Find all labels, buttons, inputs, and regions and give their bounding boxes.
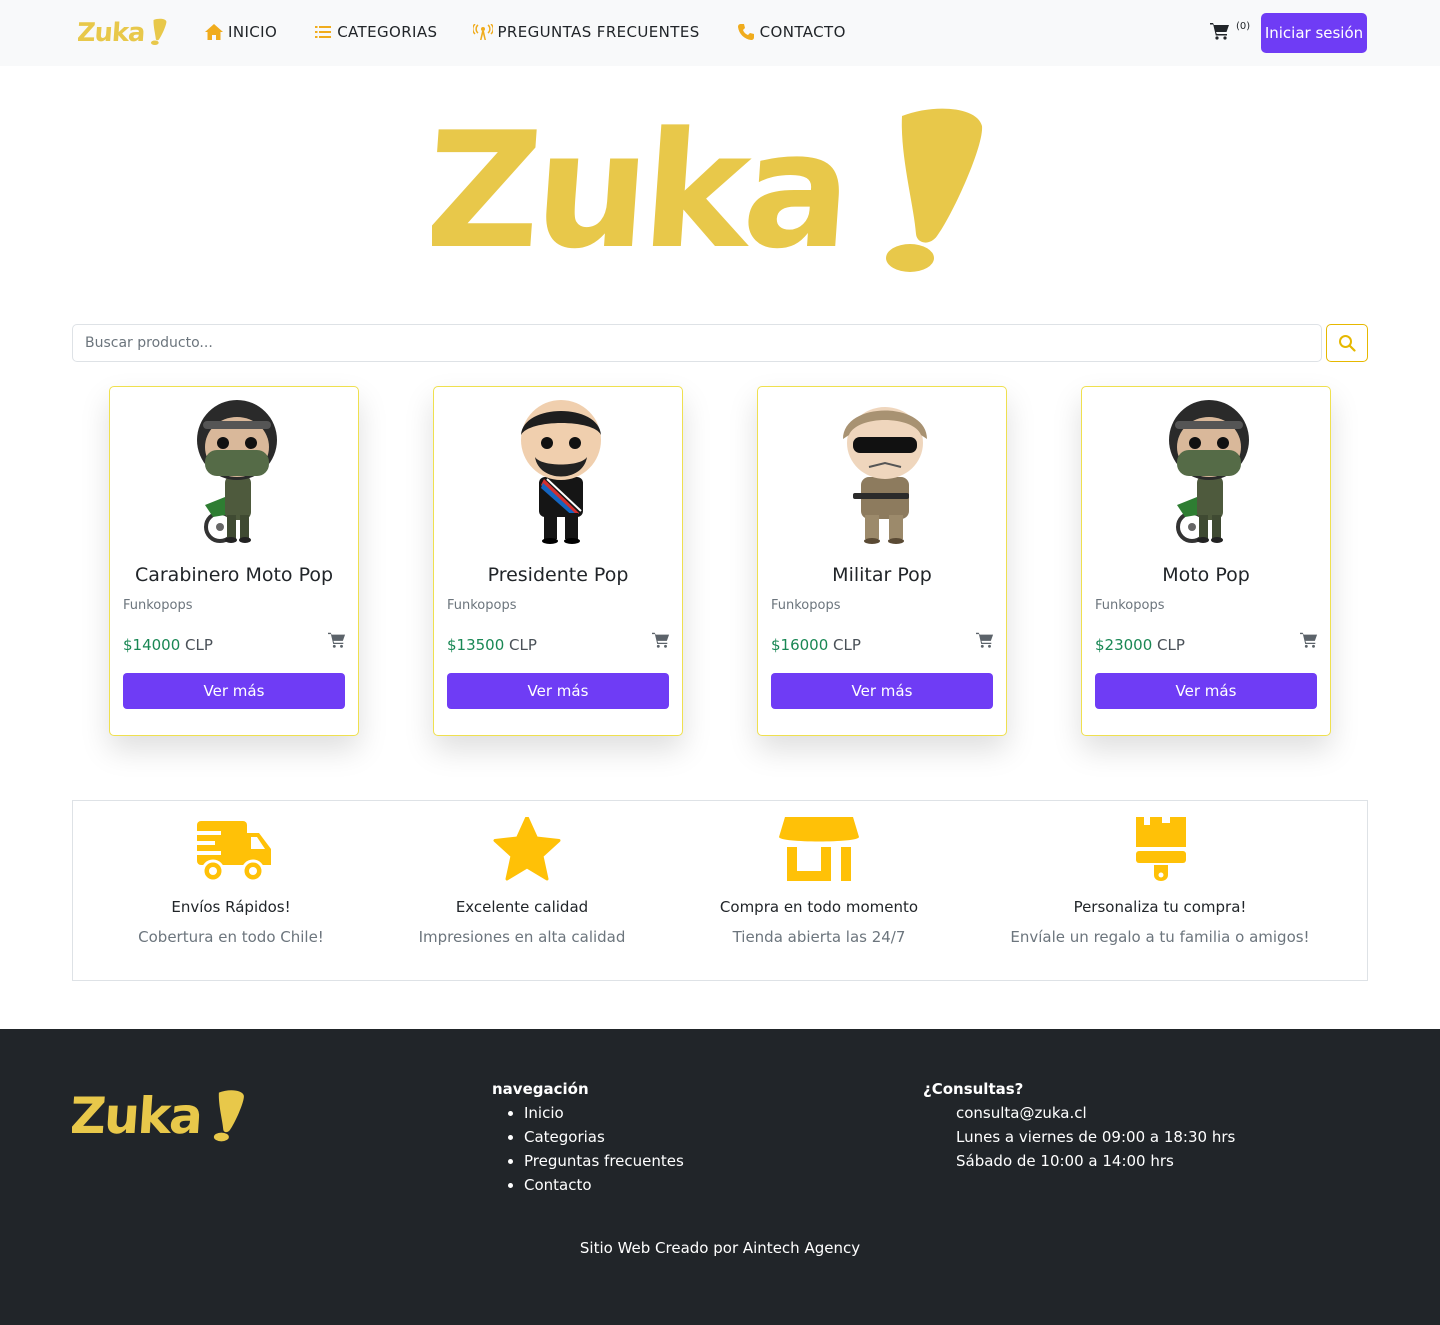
- truck-fast-icon: [191, 821, 271, 883]
- login-button[interactable]: Iniciar sesión: [1261, 13, 1367, 53]
- product-name: Carabinero Moto Pop: [134, 564, 334, 586]
- feature-subtitle: Envíale un regalo a tu familia o amigos!: [1010, 928, 1310, 946]
- site-footer: navegación Inicio Categorias Preguntas f…: [0, 1029, 1440, 1325]
- home-icon: [204, 22, 224, 42]
- footer-contact-info: consulta@zuka.cl Lunes a viernes de 09:0…: [956, 1101, 1235, 1173]
- feature-subtitle: Cobertura en todo Chile!: [138, 928, 324, 946]
- product-category: Funkopops: [123, 598, 193, 613]
- footer-nav-title: navegación: [492, 1080, 589, 1098]
- top-navbar: INICIO CATEGORIAS PREGUNTAS FRECUENTES C…: [0, 0, 1440, 66]
- footer-link-contacto[interactable]: Contacto: [524, 1173, 684, 1197]
- product-image[interactable]: [1147, 395, 1267, 545]
- feature-item: Compra en todo momento Tienda abierta la…: [671, 801, 967, 982]
- brand-logo[interactable]: [78, 14, 168, 50]
- feature-item: Personaliza tu compra! Envíale un regalo…: [1008, 801, 1312, 982]
- list-icon: [313, 22, 333, 42]
- star-icon: [493, 817, 561, 881]
- broadcast-icon: [473, 22, 494, 42]
- add-to-cart-icon[interactable]: [328, 631, 346, 649]
- product-price: $14000 CLP: [123, 636, 213, 654]
- footer-link-categorias[interactable]: Categorias: [524, 1125, 684, 1149]
- feature-title: Compra en todo momento: [719, 898, 919, 916]
- feature-item: Excelente calidad Impresiones en alta ca…: [387, 801, 657, 982]
- price-currency: CLP: [833, 636, 861, 654]
- feature-title: Excelente calidad: [455, 898, 589, 916]
- store-icon: [779, 817, 859, 881]
- product-card: Militar Pop Funkopops $16000 CLP Ver más: [757, 386, 1007, 736]
- product-image[interactable]: [175, 395, 295, 545]
- nav-item-label: CONTACTO: [759, 23, 846, 41]
- nav-item-inicio[interactable]: INICIO: [204, 22, 277, 42]
- product-card: Presidente Pop Funkopops $13500 CLP Ver …: [433, 386, 683, 736]
- nav-item-label: CATEGORIAS: [337, 23, 438, 41]
- product-category: Funkopops: [771, 598, 841, 613]
- footer-contact-title: ¿Consultas?: [923, 1080, 1024, 1098]
- cart-icon: [1210, 23, 1229, 40]
- search-input[interactable]: [72, 324, 1322, 362]
- product-price: $23000 CLP: [1095, 636, 1185, 654]
- hero-brand-logo: [432, 97, 983, 284]
- view-more-button[interactable]: Ver más: [447, 673, 669, 709]
- nav-item-contacto[interactable]: CONTACTO: [736, 22, 846, 42]
- feature-item: Envíos Rápidos! Cobertura en todo Chile!: [81, 801, 381, 982]
- search-button[interactable]: [1326, 324, 1368, 362]
- contact-hours-weekday: Lunes a viernes de 09:00 a 18:30 hrs: [956, 1128, 1236, 1146]
- footer-credit: Sitio Web Creado por Aintech Agency: [579, 1239, 861, 1257]
- product-image[interactable]: [823, 395, 943, 545]
- product-name: Presidente Pop: [487, 564, 629, 586]
- price-currency: CLP: [1157, 636, 1185, 654]
- nav-item-preguntas[interactable]: PREGUNTAS FRECUENTES: [473, 22, 699, 42]
- add-to-cart-icon[interactable]: [976, 631, 994, 649]
- footer-nav-list: Inicio Categorias Preguntas frecuentes C…: [524, 1101, 684, 1197]
- nav-item-label: PREGUNTAS FRECUENTES: [497, 23, 700, 41]
- footer-brand-logo[interactable]: [72, 1085, 247, 1147]
- cart-link[interactable]: (0): [1210, 21, 1251, 40]
- product-category: Funkopops: [447, 598, 517, 613]
- price-amount: $23000: [1095, 636, 1153, 654]
- contact-email[interactable]: consulta@zuka.cl: [956, 1101, 1235, 1125]
- price-amount: $13500: [447, 636, 505, 654]
- feature-subtitle: Tienda abierta las 24/7: [732, 928, 906, 946]
- nav-item-categorias[interactable]: CATEGORIAS: [313, 22, 437, 42]
- paint-brush-icon: [1136, 817, 1186, 881]
- cart-count-badge: (0): [1236, 21, 1251, 32]
- price-amount: $16000: [771, 636, 829, 654]
- product-name: Militar Pop: [832, 564, 932, 586]
- footer-link-preguntas[interactable]: Preguntas frecuentes: [524, 1149, 684, 1173]
- add-to-cart-icon[interactable]: [652, 631, 670, 649]
- feature-title: Envíos Rápidos!: [171, 898, 291, 916]
- add-to-cart-icon[interactable]: [1300, 631, 1318, 649]
- search-icon: [1339, 335, 1356, 352]
- phone-icon: [736, 22, 756, 42]
- product-price: $13500 CLP: [447, 636, 537, 654]
- price-amount: $14000: [123, 636, 181, 654]
- product-card: Carabinero Moto Pop Funkopops $14000 CLP…: [109, 386, 359, 736]
- product-card: Moto Pop Funkopops $23000 CLP Ver más: [1081, 386, 1331, 736]
- nav-item-label: INICIO: [228, 23, 278, 41]
- footer-link-inicio[interactable]: Inicio: [524, 1101, 684, 1125]
- price-currency: CLP: [185, 636, 213, 654]
- main-nav: INICIO CATEGORIAS PREGUNTAS FRECUENTES C…: [204, 22, 882, 42]
- product-price: $16000 CLP: [771, 636, 861, 654]
- product-category: Funkopops: [1095, 598, 1165, 613]
- view-more-button[interactable]: Ver más: [771, 673, 993, 709]
- product-name: Moto Pop: [1162, 564, 1250, 586]
- feature-subtitle: Impresiones en alta calidad: [418, 928, 626, 946]
- view-more-button[interactable]: Ver más: [1095, 673, 1317, 709]
- view-more-button[interactable]: Ver más: [123, 673, 345, 709]
- features-panel: Envíos Rápidos! Cobertura en todo Chile!…: [72, 800, 1368, 981]
- price-currency: CLP: [509, 636, 537, 654]
- feature-title: Personaliza tu compra!: [1073, 898, 1247, 916]
- product-image[interactable]: [499, 395, 619, 545]
- contact-hours-saturday: Sábado de 10:00 a 14:00 hrs: [956, 1152, 1174, 1170]
